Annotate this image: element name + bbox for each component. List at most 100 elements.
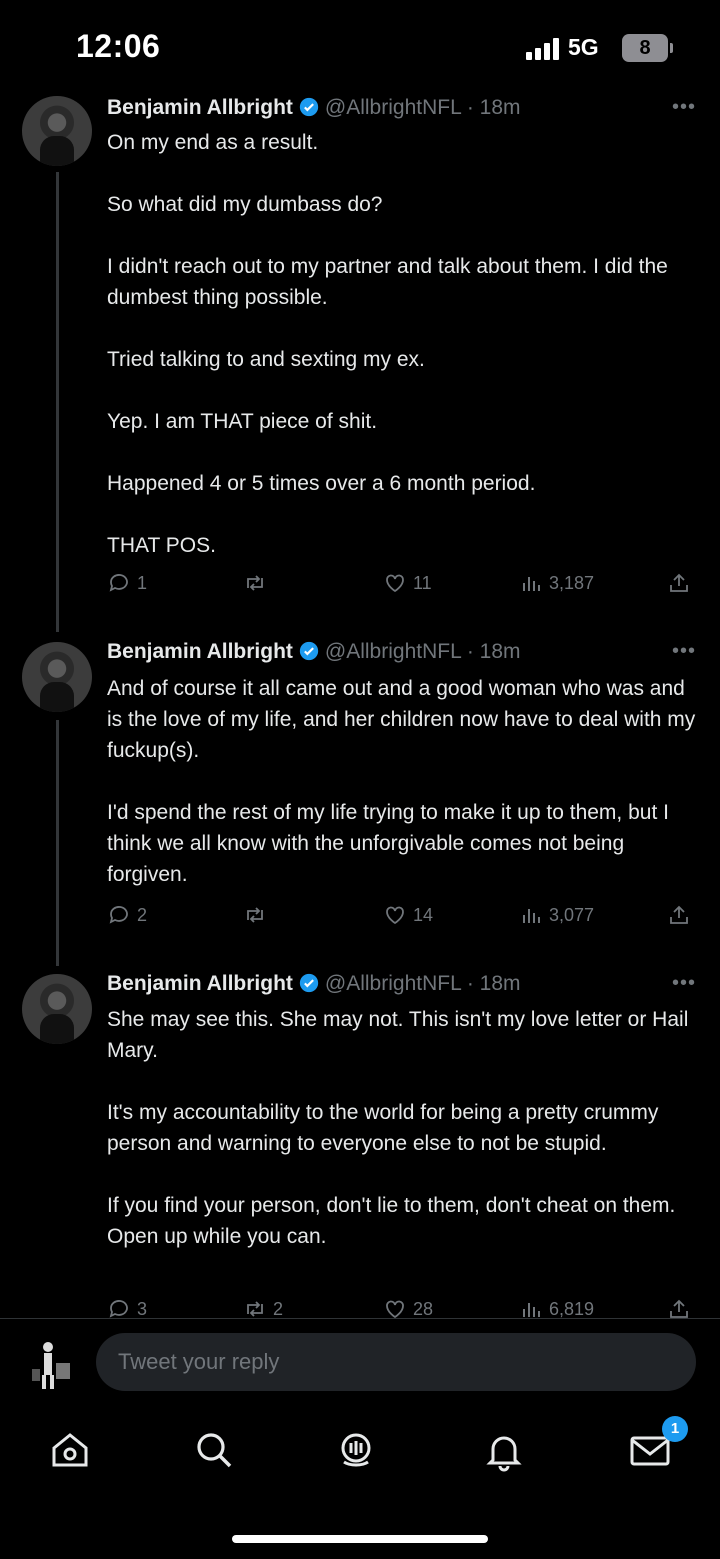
- nav-search[interactable]: [192, 1428, 236, 1472]
- heart-icon: [386, 574, 404, 593]
- tweet-paragraph: It's my accountability to the world for …: [107, 1101, 659, 1155]
- tweet-header: Benjamin Allbright @AllbrightNFL · 18m: [107, 640, 521, 670]
- tweet-header: Benjamin Allbright @AllbrightNFL · 18m: [107, 96, 521, 126]
- status-bar: 12:06 5G 8: [0, 0, 720, 90]
- nav-spaces[interactable]: [334, 1428, 378, 1472]
- dot-separator: ·: [461, 640, 480, 663]
- retweet-button[interactable]: [243, 900, 273, 930]
- views-button[interactable]: 3,187: [519, 568, 594, 598]
- author-name[interactable]: Benjamin Allbright: [107, 972, 293, 995]
- like-count: 14: [413, 904, 434, 925]
- tweet-time[interactable]: 18m: [480, 972, 521, 995]
- tweet[interactable]: Benjamin Allbright @AllbrightNFL · 18m ••…: [0, 640, 720, 940]
- home-icon: [52, 1433, 88, 1467]
- reply-count: 1: [137, 572, 148, 593]
- retweet-icon: [247, 1301, 263, 1317]
- author-handle[interactable]: @AllbrightNFL: [325, 972, 461, 995]
- reply-input[interactable]: [96, 1333, 696, 1391]
- like-count: 28: [413, 1298, 434, 1319]
- tweet-paragraph: Yep. I am THAT piece of shit.: [107, 410, 378, 433]
- tweet-paragraph: I didn't reach out to my partner and tal…: [107, 255, 668, 309]
- dot-separator: ·: [461, 96, 480, 119]
- views-icon: [523, 577, 540, 591]
- user-avatar[interactable]: [22, 1333, 84, 1395]
- reply-icon: [109, 1300, 128, 1318]
- verified-icon: [299, 641, 319, 661]
- views-button[interactable]: 6,819: [519, 1294, 594, 1318]
- retweet-icon: [247, 907, 263, 923]
- bottom-nav: 1: [0, 1410, 720, 1500]
- reply-button[interactable]: 1: [107, 568, 147, 598]
- tweet-paragraph: So what did my dumbass do?: [107, 193, 383, 216]
- reply-button[interactable]: 2: [107, 900, 147, 930]
- nav-home[interactable]: [48, 1428, 92, 1472]
- tweet-time[interactable]: 18m: [480, 96, 521, 119]
- tweet-actions: 2 14 3,077: [107, 900, 697, 930]
- retweet-icon: [247, 575, 263, 591]
- heart-icon: [386, 906, 404, 925]
- spaces-icon: [341, 1433, 371, 1467]
- tweet[interactable]: Benjamin Allbright @AllbrightNFL · 18m ••…: [0, 972, 720, 1318]
- share-icon: [670, 1299, 688, 1318]
- reply-icon: [109, 574, 128, 592]
- views-count: 6,819: [549, 1298, 595, 1319]
- tweet-paragraph: Happened 4 or 5 times over a 6 month per…: [107, 472, 536, 495]
- author-handle[interactable]: @AllbrightNFL: [325, 96, 461, 119]
- more-icon[interactable]: •••: [672, 96, 696, 119]
- tweet-header: Benjamin Allbright @AllbrightNFL · 18m: [107, 972, 521, 1002]
- tweet-actions: 1 11 3,187: [107, 568, 697, 598]
- retweet-count: 2: [273, 1298, 284, 1319]
- status-time: 12:06: [76, 28, 161, 64]
- battery-tip: [670, 43, 673, 53]
- views-count: 3,077: [549, 904, 595, 925]
- views-icon: [523, 1303, 540, 1317]
- avatar[interactable]: [22, 974, 92, 1044]
- tweet-paragraph: On my end as a result.: [107, 131, 319, 154]
- verified-icon: [299, 97, 319, 117]
- tweet-text: She may see this. She may not. This isn'…: [107, 1004, 697, 1252]
- reply-bar: [0, 1318, 720, 1410]
- author-name[interactable]: Benjamin Allbright: [107, 640, 293, 663]
- avatar[interactable]: [22, 642, 92, 712]
- reply-icon: [109, 906, 128, 924]
- signal-icon: [526, 38, 560, 60]
- battery-icon: 8: [622, 34, 668, 62]
- notifications-icon: [486, 1436, 522, 1472]
- like-button[interactable]: 28: [383, 1294, 433, 1318]
- more-icon[interactable]: •••: [672, 972, 696, 995]
- more-icon[interactable]: •••: [672, 640, 696, 663]
- tweet[interactable]: Benjamin Allbright @AllbrightNFL · 18m ••…: [0, 96, 720, 616]
- tweet-text: On my end as a result. So what did my du…: [107, 127, 697, 561]
- share-icon: [670, 905, 688, 924]
- avatar[interactable]: [22, 96, 92, 166]
- share-icon: [670, 573, 688, 592]
- tweet-paragraph: She may see this. She may not. This isn'…: [107, 1008, 689, 1062]
- home-indicator[interactable]: [232, 1535, 488, 1543]
- heart-icon: [386, 1300, 404, 1318]
- tweet-actions: 3 2 28 6,819: [107, 1294, 697, 1318]
- like-button[interactable]: 14: [383, 900, 433, 930]
- reply-button[interactable]: 3: [107, 1294, 147, 1318]
- retweet-button[interactable]: [243, 568, 273, 598]
- messages-badge: 1: [662, 1416, 688, 1442]
- like-count: 11: [413, 572, 432, 593]
- tweet-paragraph: If you find your person, don't lie to th…: [107, 1194, 676, 1248]
- verified-icon: [299, 973, 319, 993]
- author-name[interactable]: Benjamin Allbright: [107, 96, 293, 119]
- tweet-paragraph: And of course it all came out and a good…: [107, 677, 696, 762]
- retweet-button[interactable]: 2: [243, 1294, 283, 1318]
- tweet-text: And of course it all came out and a good…: [107, 673, 697, 890]
- views-icon: [523, 909, 540, 923]
- share-button[interactable]: [667, 900, 691, 930]
- reply-count: 2: [137, 904, 148, 925]
- share-button[interactable]: [667, 1294, 691, 1318]
- share-button[interactable]: [667, 568, 691, 598]
- tweet-time[interactable]: 18m: [480, 640, 521, 663]
- author-handle[interactable]: @AllbrightNFL: [325, 640, 461, 663]
- dot-separator: ·: [461, 972, 480, 995]
- views-button[interactable]: 3,077: [519, 900, 594, 930]
- search-icon: [197, 1433, 232, 1468]
- like-button[interactable]: 11: [383, 568, 432, 598]
- nav-messages[interactable]: 1: [628, 1416, 688, 1472]
- nav-notifications[interactable]: [482, 1428, 526, 1472]
